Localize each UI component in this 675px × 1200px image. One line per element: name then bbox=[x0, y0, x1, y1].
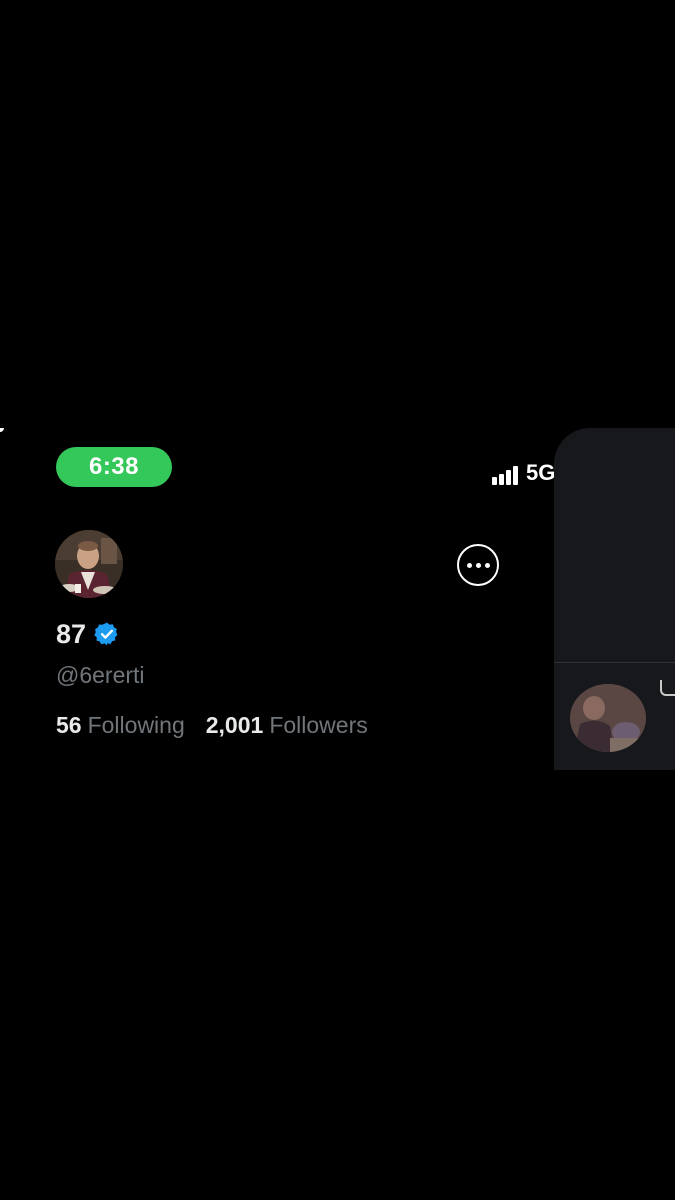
side-panel-avatar[interactable] bbox=[570, 684, 646, 752]
verified-badge-icon[interactable] bbox=[94, 621, 120, 647]
avatar-photo bbox=[55, 530, 123, 598]
following-link[interactable]: 56 Following bbox=[56, 712, 185, 739]
more-options-button[interactable] bbox=[457, 544, 499, 586]
more-options-icon bbox=[466, 562, 472, 568]
followers-label: Followers bbox=[269, 712, 368, 738]
followers-count: 2,001 bbox=[205, 712, 264, 738]
followers-link[interactable]: 2,001 Followers bbox=[206, 712, 368, 739]
more-options-icon-dot bbox=[475, 562, 481, 568]
cellular-signal-icon bbox=[492, 461, 518, 485]
side-panel-glyph bbox=[660, 680, 675, 696]
side-panel-divider bbox=[554, 662, 675, 663]
side-avatar-photo bbox=[570, 684, 646, 752]
following-count: 56 bbox=[56, 712, 82, 738]
status-time: 6:38 bbox=[88, 453, 140, 480]
network-type: 5G bbox=[526, 460, 556, 485]
more-options-icon-dot bbox=[484, 562, 490, 568]
following-label: Following bbox=[87, 712, 185, 738]
profile-handle: @6ererti bbox=[56, 662, 145, 688]
follow-stats: 56 Following 2,001 Followers bbox=[56, 712, 368, 739]
display-name-row: 87 bbox=[56, 616, 120, 652]
display-name: 87 bbox=[56, 618, 87, 649]
profile-avatar[interactable] bbox=[55, 530, 123, 598]
side-panel-peek[interactable] bbox=[554, 428, 675, 770]
status-time-pill[interactable]: 6:38 bbox=[56, 447, 172, 487]
